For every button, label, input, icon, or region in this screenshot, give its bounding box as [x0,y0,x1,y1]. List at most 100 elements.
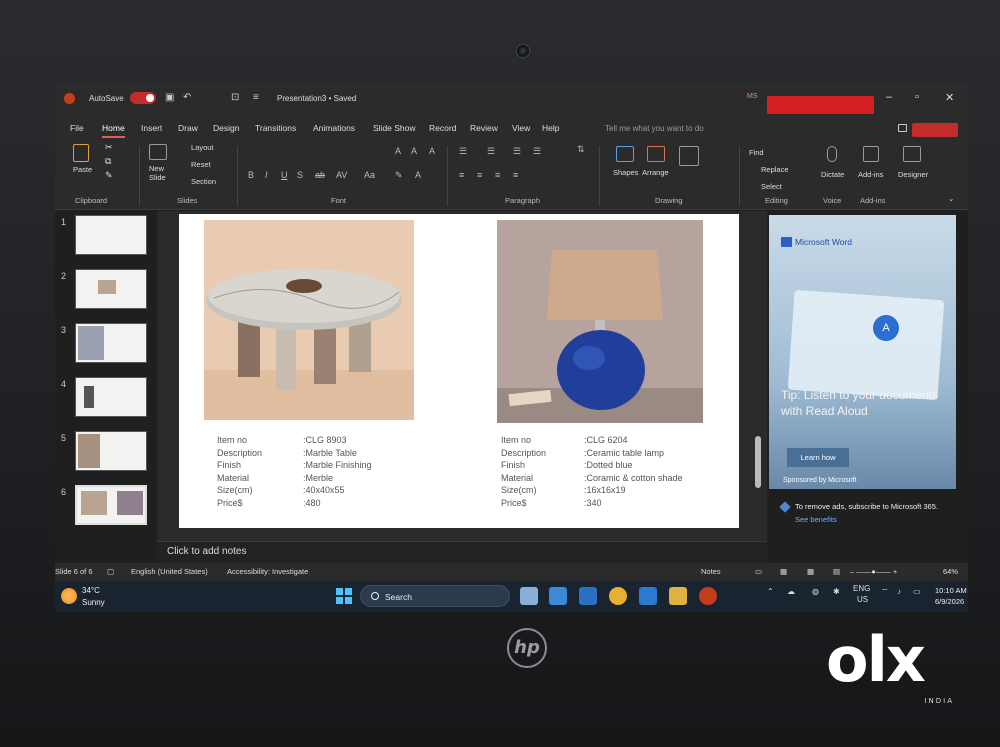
slide-thumbnail[interactable]: 3 [55,323,155,367]
underline-icon[interactable]: U [281,170,288,180]
slide-preview[interactable] [75,215,147,255]
new-slide-icon[interactable] [149,144,167,160]
add-ins-icon[interactable] [863,146,879,162]
slide-thumbnail[interactable]: 5 [55,431,155,475]
edge-icon[interactable] [549,587,567,605]
comments-toggle-icon[interactable]: ▭ [755,567,762,576]
layout-button[interactable]: Layout [191,143,214,152]
notes-area[interactable]: Click to add notes [157,541,767,563]
tab-design[interactable]: Design [213,123,239,133]
microphone-icon[interactable] [827,146,837,162]
slide-thumbnail[interactable]: 1 [55,215,155,259]
tab-insert[interactable]: Insert [141,123,162,133]
arrange-label[interactable]: Arrange [642,168,669,177]
increase-indent-icon[interactable]: ☰ [533,146,541,157]
designer-label[interactable]: Designer [898,170,928,179]
security-icon[interactable]: ◍ [812,587,819,596]
slide-sorter-icon[interactable]: ▦ [807,567,814,576]
spelling-icon[interactable]: ▢ [107,567,114,576]
tab-animations[interactable]: Animations [313,123,355,133]
strikethrough-icon[interactable]: ab [315,170,325,180]
decrease-indent-icon[interactable]: ☰ [513,146,521,157]
windows-start-icon[interactable] [336,588,352,604]
slide[interactable]: Item no Description Finish Material Size… [179,214,739,528]
normal-view-icon[interactable]: ▦ [780,567,787,576]
decrease-font-icon[interactable]: A [411,146,417,156]
volume-icon[interactable]: ♪ [897,587,901,596]
language-code[interactable]: ENG [853,584,870,593]
char-spacing-icon[interactable]: AV [336,170,347,180]
minimize-icon[interactable]: – [886,91,892,103]
clock-time[interactable]: 10:10 AM [935,586,967,595]
bold-icon[interactable]: B [248,170,254,180]
cut-icon[interactable]: ✂ [105,142,113,153]
text-direction-icon[interactable]: ⇅ [577,144,585,155]
marble-table-image[interactable] [204,220,414,420]
slide-thumbnail[interactable]: 4 [55,377,155,421]
bullets-icon[interactable]: ☰ [459,146,467,157]
paste-label[interactable]: Paste [73,165,92,174]
find-button[interactable]: Find [749,148,764,157]
numbering-icon[interactable]: ☰ [487,146,495,157]
slide-preview[interactable] [75,323,147,363]
quick-styles-icon[interactable] [679,146,699,166]
shadow-icon[interactable]: S [297,170,303,180]
slide-preview[interactable] [75,269,147,309]
slide-preview[interactable] [75,485,147,525]
weather-temperature[interactable]: 34°C [82,586,100,595]
designer-icon[interactable] [903,146,921,162]
tab-help[interactable]: Help [542,123,559,133]
mail-icon[interactable] [639,587,657,605]
task-view-icon[interactable] [520,587,538,605]
notes-toggle[interactable]: Notes [701,567,721,576]
see-benefits-link[interactable]: See benefits [795,515,837,524]
tab-view[interactable]: View [512,123,530,133]
tab-home[interactable]: Home [102,123,125,138]
shapes-icon[interactable] [616,146,634,162]
save-icon[interactable]: ▣ [165,92,174,103]
present-icon[interactable]: ⊡ [231,92,239,103]
new-slide-label[interactable]: New Slide [149,164,173,182]
customize-qa-icon[interactable]: ≡ [253,92,259,103]
dictate-label[interactable]: Dictate [821,170,844,179]
slide-preview[interactable] [75,377,147,417]
slide-thumbnail[interactable]: 2 [55,269,155,313]
arrange-icon[interactable] [647,146,665,162]
reading-view-icon[interactable]: ▤ [833,567,840,576]
zoom-level[interactable]: 64% [943,567,958,576]
tray-chevron-icon[interactable]: ⌃ [767,587,774,596]
learn-how-button[interactable]: Learn how [787,448,849,467]
user-initials[interactable]: MS [747,93,758,100]
weather-description[interactable]: Sunny [82,598,105,607]
justify-icon[interactable]: ≡ [513,170,518,180]
tell-me-search[interactable]: Tell me what you want to do [605,124,704,133]
zoom-slider[interactable]: – ——●—— + [850,567,897,576]
paste-icon[interactable] [73,144,89,162]
powerpoint-taskbar-icon[interactable] [699,587,717,605]
change-case-icon[interactable]: Aa [364,170,375,180]
slide-thumbnail[interactable]: 6 [55,485,155,529]
font-color-icon[interactable]: A [415,170,421,180]
onedrive-icon[interactable]: ☁ [787,587,795,596]
shapes-label[interactable]: Shapes [613,168,638,177]
document-title[interactable]: Presentation3 • Saved [277,94,356,103]
tab-draw[interactable]: Draw [178,123,198,133]
copy-icon[interactable]: ⧉ [105,156,111,167]
comments-icon[interactable] [898,124,907,132]
wifi-icon[interactable]: ⌔ [881,587,889,597]
sun-icon[interactable] [61,588,77,604]
clear-format-icon[interactable]: A [429,146,435,156]
vertical-scrollbar[interactable] [755,436,761,488]
select-button[interactable]: Select [761,182,782,191]
close-icon[interactable]: ✕ [945,91,954,104]
tab-file[interactable]: File [70,123,84,133]
reset-button[interactable]: Reset [191,160,211,169]
bluetooth-icon[interactable]: ✱ [833,587,840,596]
maximize-icon[interactable]: ▫ [915,91,919,103]
collapse-ribbon-icon[interactable]: ⌄ [948,194,954,203]
highlight-icon[interactable]: ✎ [395,170,403,181]
share-button[interactable] [912,123,958,137]
ad-card[interactable]: Microsoft Word A Tip: Listen to your doc… [769,215,956,489]
battery-icon[interactable]: ▭ [913,587,921,596]
italic-icon[interactable]: I [265,170,268,180]
